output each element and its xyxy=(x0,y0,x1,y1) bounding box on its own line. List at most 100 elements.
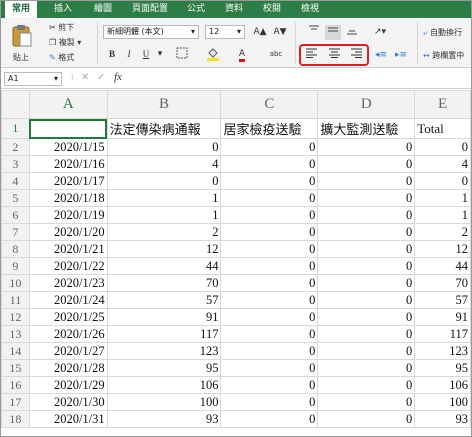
phonetic-guide-button[interactable]: abc xyxy=(263,47,289,62)
paste-button[interactable]: 貼上 xyxy=(7,22,37,66)
tab-insert[interactable]: 插入 xyxy=(47,1,79,18)
cell-notifiable-report[interactable]: 1 xyxy=(106,189,222,207)
row-header[interactable]: 8 xyxy=(1,240,30,258)
cell-date[interactable]: 2020/1/23 xyxy=(28,274,108,292)
cell-expanded-surveillance[interactable]: 0 xyxy=(317,274,416,292)
row-header[interactable]: 11 xyxy=(1,291,30,309)
cell-date[interactable]: 2020/1/22 xyxy=(28,257,108,275)
cell-total[interactable]: 106 xyxy=(414,376,471,394)
formula-bar-menu-icon[interactable]: ⁝ xyxy=(71,73,74,82)
row-header[interactable]: 13 xyxy=(1,325,30,343)
cell-expanded-surveillance[interactable]: 0 xyxy=(317,308,416,326)
cell-home-quarantine[interactable]: 0 xyxy=(220,376,319,394)
cell-total[interactable]: 44 xyxy=(414,257,471,275)
cell-date[interactable]: 2020/1/28 xyxy=(28,359,108,377)
row-header[interactable]: 15 xyxy=(1,359,30,377)
bold-button[interactable]: B xyxy=(104,47,120,62)
increase-indent-button[interactable]: ▸≡ xyxy=(393,48,409,63)
enter-icon[interactable]: ✓ xyxy=(97,72,105,83)
cell-date[interactable]: 2020/1/31 xyxy=(28,410,108,428)
cell-total[interactable]: 1 xyxy=(414,189,471,207)
cell-home-quarantine[interactable]: 0 xyxy=(220,325,319,343)
cell-total[interactable]: 12 xyxy=(414,240,471,258)
cell-expanded-surveillance[interactable]: 0 xyxy=(317,376,416,394)
column-header-a[interactable]: A xyxy=(28,90,108,119)
cell-expanded-surveillance[interactable]: 0 xyxy=(317,342,416,360)
tab-view[interactable]: 檢視 xyxy=(295,1,325,18)
cell-total[interactable]: 0 xyxy=(414,172,471,190)
border-button[interactable] xyxy=(171,47,193,62)
select-all-corner[interactable] xyxy=(1,90,30,119)
row-header[interactable]: 5 xyxy=(1,189,30,207)
row-header[interactable]: 17 xyxy=(1,393,30,411)
column-header-c[interactable]: C xyxy=(220,90,319,119)
row-header[interactable]: 9 xyxy=(1,257,30,275)
cell-notifiable-report[interactable]: 100 xyxy=(106,393,222,411)
formula-input[interactable] xyxy=(131,71,467,87)
cell-notifiable-report[interactable]: 106 xyxy=(106,376,222,394)
cell-home-quarantine[interactable]: 0 xyxy=(220,291,319,309)
cell-home-quarantine[interactable]: 0 xyxy=(220,410,319,428)
cell-expanded-surveillance[interactable]: 0 xyxy=(317,393,416,411)
font-size-select[interactable]: 12 ▾ xyxy=(205,25,245,39)
cell-date[interactable]: 2020/1/27 xyxy=(28,342,108,360)
cell-total[interactable]: 0 xyxy=(414,138,471,156)
font-name-select[interactable]: 新細明體 (本文) ▾ xyxy=(103,25,199,39)
cell-notifiable-report[interactable]: 1 xyxy=(106,206,222,224)
cell-date[interactable]: 2020/1/16 xyxy=(28,155,108,173)
cell-total[interactable]: 117 xyxy=(414,325,471,343)
cell-expanded-surveillance[interactable]: 0 xyxy=(317,155,416,173)
cell-total[interactable]: 123 xyxy=(414,342,471,360)
row-header[interactable]: 18 xyxy=(1,410,30,428)
cell-total[interactable]: 93 xyxy=(414,410,471,428)
cut-button[interactable]: ✂ 剪下 xyxy=(49,22,74,33)
cell-home-quarantine[interactable]: 0 xyxy=(220,257,319,275)
cell-expanded-surveillance[interactable]: 0 xyxy=(317,172,416,190)
cell-total[interactable]: 1 xyxy=(414,206,471,224)
cell-notifiable-report[interactable]: 12 xyxy=(106,240,222,258)
cell-total[interactable]: 4 xyxy=(414,155,471,173)
name-box[interactable]: A1 ▾ xyxy=(4,72,62,86)
cell-c1[interactable]: 居家檢疫送驗 xyxy=(220,118,319,139)
cell-home-quarantine[interactable]: 0 xyxy=(220,359,319,377)
cell-notifiable-report[interactable]: 4 xyxy=(106,155,222,173)
text-orientation-button[interactable]: ↗▾ xyxy=(369,25,391,40)
cell-total[interactable]: 91 xyxy=(414,308,471,326)
tab-home[interactable]: 常用 xyxy=(5,1,37,18)
cell-home-quarantine[interactable]: 0 xyxy=(220,342,319,360)
cell-notifiable-report[interactable]: 57 xyxy=(106,291,222,309)
cell-home-quarantine[interactable]: 0 xyxy=(220,223,319,241)
column-header-e[interactable]: E xyxy=(414,90,471,119)
cell-notifiable-report[interactable]: 93 xyxy=(106,410,222,428)
tab-formulas[interactable]: 公式 xyxy=(181,1,211,18)
cell-a1[interactable] xyxy=(28,118,108,139)
cell-expanded-surveillance[interactable]: 0 xyxy=(317,325,416,343)
cell-expanded-surveillance[interactable]: 0 xyxy=(317,240,416,258)
cell-notifiable-report[interactable]: 91 xyxy=(106,308,222,326)
cell-total[interactable]: 70 xyxy=(414,274,471,292)
cell-home-quarantine[interactable]: 0 xyxy=(220,206,319,224)
row-header[interactable]: 4 xyxy=(1,172,30,190)
underline-dropdown[interactable]: ▾ xyxy=(155,47,165,62)
cell-notifiable-report[interactable]: 44 xyxy=(106,257,222,275)
cell-home-quarantine[interactable]: 0 xyxy=(220,155,319,173)
cancel-icon[interactable]: ✕ xyxy=(81,72,89,83)
wrap-text-button[interactable]: ⤶ 自動換行 xyxy=(423,27,462,38)
tab-review[interactable]: 校閱 xyxy=(257,1,287,18)
cell-expanded-surveillance[interactable]: 0 xyxy=(317,223,416,241)
cell-notifiable-report[interactable]: 123 xyxy=(106,342,222,360)
cell-date[interactable]: 2020/1/15 xyxy=(28,138,108,156)
row-header[interactable]: 12 xyxy=(1,308,30,326)
tab-draw[interactable]: 繪圖 xyxy=(87,1,119,18)
italic-button[interactable]: I xyxy=(121,47,137,62)
cell-expanded-surveillance[interactable]: 0 xyxy=(317,189,416,207)
row-header[interactable]: 6 xyxy=(1,206,30,224)
row-header[interactable]: 10 xyxy=(1,274,30,292)
row-header[interactable]: 7 xyxy=(1,223,30,241)
cell-expanded-surveillance[interactable]: 0 xyxy=(317,291,416,309)
cell-date[interactable]: 2020/1/24 xyxy=(28,291,108,309)
underline-button[interactable]: U xyxy=(138,47,154,62)
cell-date[interactable]: 2020/1/26 xyxy=(28,325,108,343)
cell-home-quarantine[interactable]: 0 xyxy=(220,393,319,411)
cell-date[interactable]: 2020/1/29 xyxy=(28,376,108,394)
